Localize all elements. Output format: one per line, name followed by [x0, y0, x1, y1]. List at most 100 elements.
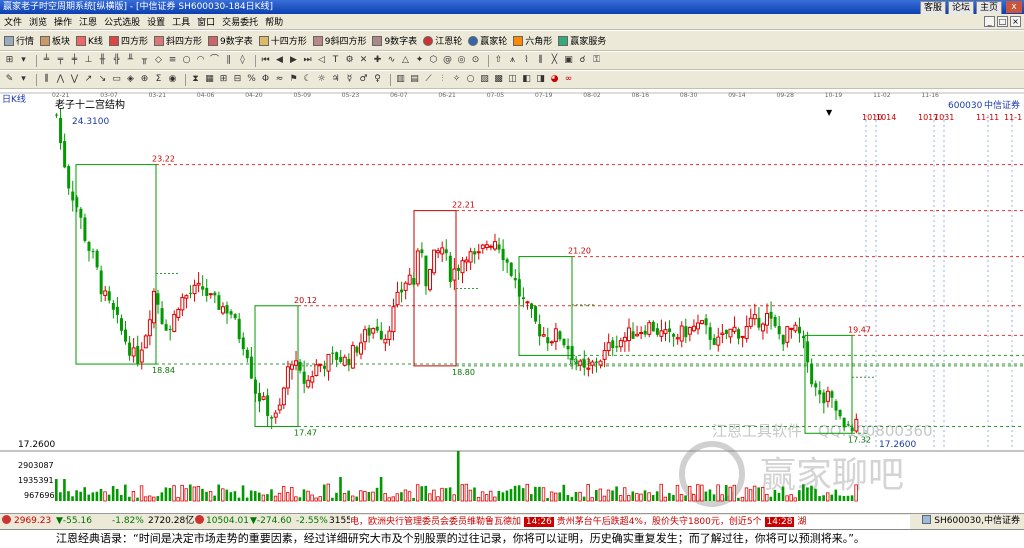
tool-gann-wheel-button[interactable]: 江恩轮	[423, 34, 462, 47]
tool-cross-square-button[interactable]: 十四方形	[258, 34, 307, 47]
pin-icon[interactable]: ☌	[577, 55, 588, 66]
table-icon[interactable]: ▤	[409, 74, 420, 85]
menu-file[interactable]: 文件	[4, 15, 22, 28]
current-stock[interactable]: SH600030,中信证券	[922, 514, 1020, 529]
venus-icon[interactable]: ♀	[372, 74, 383, 85]
tool-square-button[interactable]: 四方形	[108, 34, 148, 47]
curve-icon[interactable]: ⌇	[521, 55, 532, 66]
bars-icon[interactable]: ⫼	[535, 55, 546, 66]
link-home[interactable]: 主页	[975, 1, 1002, 14]
diamond-tool-icon[interactable]: ◊	[237, 55, 248, 66]
link-kefu[interactable]: 客服	[919, 1, 946, 14]
grid-tool-icon[interactable]: ╫	[97, 55, 108, 66]
hexa-icon[interactable]: ⬡	[428, 55, 439, 66]
diamond-icon[interactable]: ◈	[125, 74, 136, 85]
tool-diag-square-button[interactable]: 斜四方形	[153, 34, 202, 47]
wave-icon[interactable]: ∿	[386, 55, 397, 66]
chart4-icon[interactable]: ◫	[507, 74, 518, 85]
tool-kline-button[interactable]: K线	[76, 34, 103, 47]
tool-9number-table-button[interactable]: 9数字表	[372, 34, 417, 47]
parallel-tool-icon[interactable]: ╤	[55, 55, 66, 66]
eye-icon[interactable]: ◉	[167, 74, 178, 85]
box2-icon[interactable]: ▣	[563, 55, 574, 66]
tool-winner-wheel-button[interactable]: 赢家轮	[468, 34, 507, 47]
planet-icon[interactable]: ♃	[330, 74, 341, 85]
brace-tool-icon[interactable]: ⌒	[209, 55, 220, 66]
mars-icon[interactable]: ♂	[358, 74, 369, 85]
sigma-icon[interactable]: Σ	[153, 74, 164, 85]
chart2-icon[interactable]: ▨	[479, 74, 490, 85]
tool-sector-button[interactable]: 板块	[40, 34, 70, 47]
target-icon[interactable]: ⊕	[139, 74, 150, 85]
level-tool-icon[interactable]: ≡	[167, 55, 178, 66]
fall-icon[interactable]: ↘	[97, 74, 108, 85]
mark-tool-icon[interactable]: ◇	[153, 55, 164, 66]
text-tool-icon[interactable]: T	[330, 55, 341, 66]
menu-formula[interactable]: 公式选股	[104, 15, 140, 28]
moon-icon[interactable]: ☾	[302, 74, 313, 85]
stat-icon[interactable]: ⫶	[437, 74, 448, 85]
draw-icon[interactable]: ✎	[4, 74, 15, 85]
cross-icon[interactable]: ╳	[549, 55, 560, 66]
up-arrow-icon[interactable]: ⇧	[493, 55, 504, 66]
last-icon[interactable]: ⏭	[302, 55, 313, 66]
menu-window[interactable]: 窗口	[197, 15, 215, 28]
fib-icon[interactable]: Φ	[260, 74, 271, 85]
grid-icon[interactable]: ▦	[204, 74, 215, 85]
wave2-icon[interactable]: ≈	[274, 74, 285, 85]
menu-operate[interactable]: 操作	[54, 15, 72, 28]
link-forum[interactable]: 论坛	[947, 1, 974, 14]
restore-icon[interactable]: □	[997, 16, 1008, 27]
flag-icon[interactable]: ⚑	[288, 74, 299, 85]
plus-icon[interactable]: ✚	[372, 55, 383, 66]
close-icon[interactable]: ×	[1010, 16, 1021, 27]
line-chart-icon[interactable]: ⟋	[423, 74, 434, 85]
tool-quotes-button[interactable]: 行情	[4, 34, 34, 47]
gear-tool-icon[interactable]: ⚙	[344, 55, 355, 66]
fan-tool-icon[interactable]: ⊥	[83, 55, 94, 66]
chart5-icon[interactable]: ◧	[521, 74, 532, 85]
chart-dropdown-icon[interactable]: ▼	[826, 108, 833, 117]
triangle-icon[interactable]: △	[400, 55, 411, 66]
bar-chart-icon[interactable]: ▥	[395, 74, 406, 85]
ring-icon[interactable]: ○	[465, 74, 476, 85]
sh-index-icon[interactable]	[2, 514, 11, 529]
ruler-tool-icon[interactable]: ╨	[125, 55, 136, 66]
box-tool-icon[interactable]: ╬	[111, 55, 122, 66]
next-icon[interactable]: ▶	[288, 55, 299, 66]
box-icon[interactable]: ▭	[111, 74, 122, 85]
menu-settings[interactable]: 设置	[147, 15, 165, 28]
minimize-icon[interactable]: _	[984, 16, 995, 27]
fork-tool-icon[interactable]: ╪	[69, 55, 80, 66]
percent-icon[interactable]: %	[246, 74, 257, 85]
pie-icon[interactable]: ◕	[549, 74, 560, 85]
news-ticker[interactable]: 电，欧洲央行管理委员会委员维勒鲁瓦德加 14:26 贵州茅台午后跌超4%，股价失…	[350, 515, 910, 529]
menu-help[interactable]: 帮助	[265, 15, 283, 28]
line-tool-icon[interactable]: ╧	[41, 55, 52, 66]
bars-toggle-icon[interactable]: ⫼	[41, 74, 52, 85]
spiral-icon[interactable]: @	[442, 55, 453, 66]
mercury-icon[interactable]: ☿	[344, 74, 355, 85]
cursor-icon[interactable]: ⊞	[4, 55, 15, 66]
tool-9diag-square-button[interactable]: 9斜四方形	[312, 34, 366, 47]
lock-icon[interactable]: ⚿	[591, 55, 602, 66]
first-icon[interactable]: ⏮	[260, 55, 271, 66]
circle-tool-icon[interactable]: ○	[181, 55, 192, 66]
prev-icon[interactable]: ◀	[274, 55, 285, 66]
time-cycle-icon[interactable]: ⧗	[190, 74, 201, 85]
spiral2-icon[interactable]: ◎	[456, 55, 467, 66]
zoom-out-icon[interactable]: ⊟	[232, 74, 243, 85]
sz-index-icon[interactable]	[195, 514, 204, 529]
valley-icon[interactable]: ⋁	[69, 74, 80, 85]
tool-service-button[interactable]: 赢家服务	[558, 34, 606, 47]
tool-number-table-button[interactable]: 9数字表	[207, 34, 253, 47]
infinity-icon[interactable]: ∞	[563, 74, 574, 85]
rise-icon[interactable]: ↗	[83, 74, 94, 85]
tool-hexagon-button[interactable]: 六角形	[513, 34, 552, 47]
chart6-icon[interactable]: ◨	[535, 74, 546, 85]
split-tool-icon[interactable]: ╥	[139, 55, 150, 66]
sun-icon[interactable]: ☼	[316, 74, 327, 85]
close-button[interactable]: x	[1006, 1, 1022, 13]
peak-icon[interactable]: ⋀	[55, 74, 66, 85]
arc-tool-icon[interactable]: ◠	[195, 55, 206, 66]
